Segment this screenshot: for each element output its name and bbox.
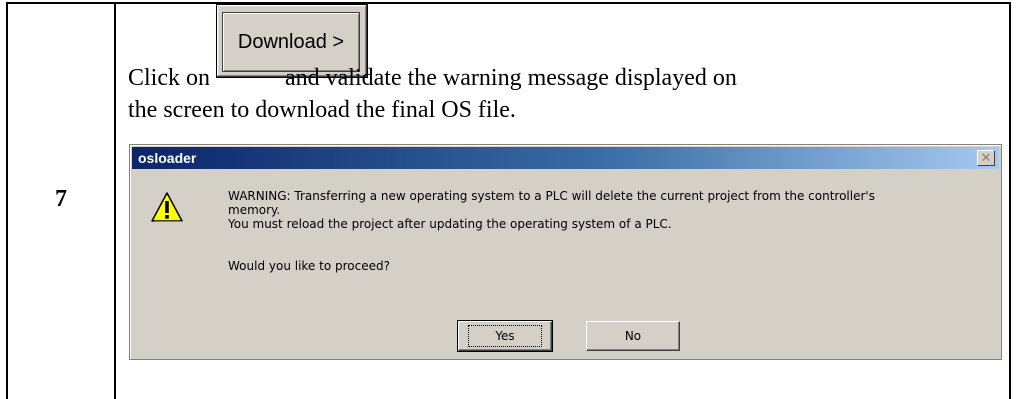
message-line-3: You must reload the project after updati… (228, 217, 672, 231)
table-column-divider (114, 2, 116, 399)
yes-button-label: Yes (468, 325, 542, 347)
no-button[interactable]: No (586, 321, 680, 351)
instruction-click-on: Click on (128, 65, 210, 91)
dialog-title-bar: osloader ✕ (132, 147, 999, 169)
table-border-right (1009, 2, 1011, 399)
step-number: 7 (55, 186, 67, 212)
message-question: Would you like to proceed? (228, 259, 390, 273)
osloader-dialog: osloader ✕ WARNING: Transferring a new o… (129, 144, 1002, 360)
yes-button[interactable]: Yes (457, 320, 553, 352)
warning-icon (151, 192, 183, 222)
no-button-label: No (624, 329, 642, 343)
message-line-2: memory. (228, 203, 281, 217)
dialog-title: osloader (138, 150, 197, 166)
close-icon[interactable]: ✕ (977, 150, 995, 166)
message-line-1: WARNING: Transferring a new operating sy… (228, 189, 875, 203)
table-border-top (6, 2, 1011, 4)
instruction-after-button: and validate the warning message display… (285, 65, 737, 91)
instruction-line-2: the screen to download the final OS file… (128, 97, 516, 123)
